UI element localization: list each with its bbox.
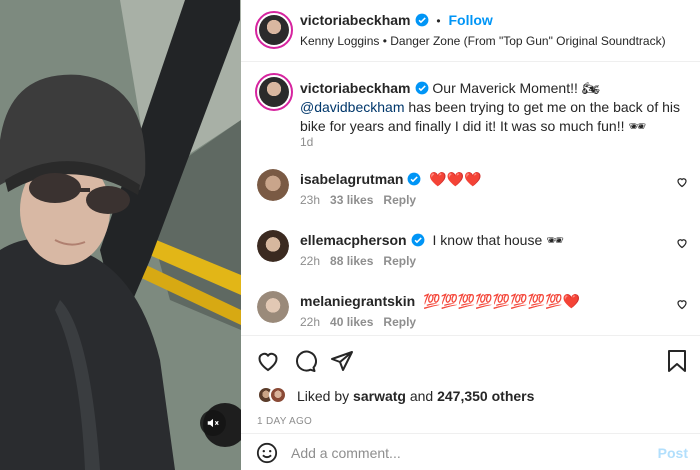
paper-plane-icon[interactable] bbox=[330, 349, 354, 373]
comment-text-row: melaniegrantskin 💯💯💯💯💯💯💯💯❤️ bbox=[300, 293, 580, 310]
heart-outline-icon[interactable] bbox=[676, 298, 688, 310]
post-date[interactable]: 1 DAY AGO bbox=[257, 416, 312, 427]
comment-meta: 22h 40 likes Reply bbox=[300, 315, 416, 329]
smiley-icon[interactable] bbox=[256, 442, 278, 464]
heart-outline-icon[interactable] bbox=[676, 237, 688, 249]
comment-username[interactable]: isabelagrutman bbox=[300, 171, 403, 187]
comment-body: 💯💯💯💯💯💯💯💯❤️ bbox=[423, 293, 580, 309]
comment-body: ❤️❤️❤️ bbox=[429, 171, 482, 187]
comment-reply-button[interactable]: Reply bbox=[383, 315, 416, 329]
audio-track[interactable]: Kenny Loggins • Danger Zone (From "Top G… bbox=[300, 34, 666, 48]
author-avatar[interactable] bbox=[255, 11, 293, 49]
comment-time[interactable]: 22h bbox=[300, 254, 320, 268]
verified-badge-icon bbox=[415, 81, 428, 95]
verified-badge-icon bbox=[408, 172, 421, 186]
comment-likes[interactable]: 40 likes bbox=[330, 315, 373, 329]
comment-reply-button[interactable]: Reply bbox=[383, 193, 416, 207]
comment-likes[interactable]: 88 likes bbox=[330, 254, 373, 268]
comment-body: I know that house 🕶 bbox=[432, 232, 564, 248]
comment-username[interactable]: ellemacpherson bbox=[300, 232, 407, 248]
commenter-avatar[interactable] bbox=[257, 230, 289, 262]
comment-reply-button[interactable]: Reply bbox=[383, 254, 416, 268]
comment-text-row: isabelagrutman ❤️❤️❤️ bbox=[300, 171, 482, 188]
video-frame bbox=[0, 0, 241, 470]
post-video[interactable] bbox=[0, 0, 241, 470]
comment-time[interactable]: 23h bbox=[300, 193, 320, 207]
caption-username[interactable]: victoriabeckham bbox=[300, 80, 411, 96]
bookmark-icon[interactable] bbox=[666, 349, 688, 373]
comment-composer: Post bbox=[241, 433, 700, 470]
commenter-avatar[interactable] bbox=[257, 291, 289, 323]
post-comment-button[interactable]: Post bbox=[658, 445, 688, 461]
speaker-muted-icon bbox=[207, 418, 219, 428]
commenter-avatar[interactable] bbox=[257, 169, 289, 201]
likes-count[interactable]: 247,350 others bbox=[437, 388, 534, 404]
author-username[interactable]: victoriabeckham bbox=[300, 12, 411, 28]
likes-prefix: Liked by bbox=[297, 388, 350, 404]
comment-item: ellemacpherson I know that house 🕶 22h 88… bbox=[241, 226, 700, 286]
post-sidebar: victoriabeckham • Follow Kenny Loggins •… bbox=[241, 0, 700, 470]
comment-username[interactable]: melaniegrantskin bbox=[300, 293, 415, 309]
post-header: victoriabeckham • Follow Kenny Loggins •… bbox=[241, 0, 700, 62]
heart-outline-icon[interactable] bbox=[256, 349, 280, 373]
verified-badge-icon bbox=[411, 233, 425, 247]
caption-mention[interactable]: @davidbeckham bbox=[300, 99, 405, 115]
header-title-row: victoriabeckham • Follow bbox=[300, 12, 493, 28]
comment-input[interactable] bbox=[291, 442, 651, 464]
caption-body-start: Our Maverick Moment!! 🏍 bbox=[432, 80, 600, 96]
comment-likes[interactable]: 33 likes bbox=[330, 193, 373, 207]
verified-badge-icon bbox=[415, 13, 428, 27]
likes-summary: Liked by sarwatg and 247,350 others bbox=[297, 388, 534, 404]
comment-text-row: ellemacpherson I know that house 🕶 bbox=[300, 232, 564, 249]
comment-meta: 22h 88 likes Reply bbox=[300, 254, 416, 268]
caption-text: victoriabeckham Our Maverick Moment!! 🏍 … bbox=[300, 79, 685, 136]
caption-avatar[interactable] bbox=[255, 73, 293, 111]
separator: • bbox=[436, 14, 441, 28]
heart-outline-icon[interactable] bbox=[676, 176, 688, 188]
follow-button[interactable]: Follow bbox=[448, 12, 492, 28]
likes-and: and bbox=[409, 388, 434, 404]
comment-meta: 23h 33 likes Reply bbox=[300, 193, 416, 207]
liker-avatar[interactable] bbox=[269, 386, 287, 404]
comment-time[interactable]: 22h bbox=[300, 315, 320, 329]
speech-bubble-icon[interactable] bbox=[293, 349, 317, 373]
mute-button[interactable] bbox=[200, 410, 226, 436]
caption-timestamp[interactable]: 1d bbox=[300, 135, 313, 149]
comment-item: isabelagrutman ❤️❤️❤️ 23h 33 likes Reply bbox=[241, 165, 700, 225]
action-bar bbox=[241, 335, 700, 385]
liked-by-username[interactable]: sarwatg bbox=[353, 388, 406, 404]
